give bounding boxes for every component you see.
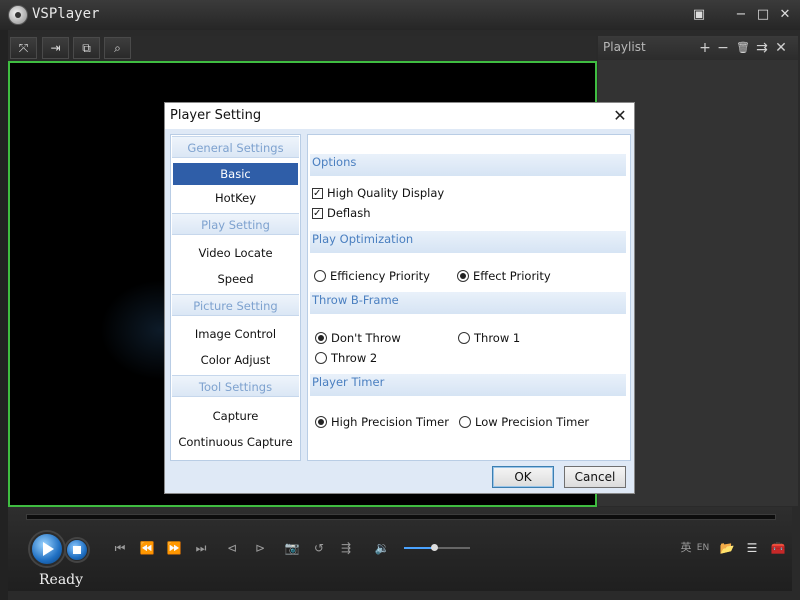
frame-back-icon[interactable]: ⊲ [222,538,242,558]
rewind-icon[interactable]: ⏪ [137,538,157,558]
frame-forward-icon[interactable]: ⊳ [250,538,270,558]
repeat-icon[interactable]: ↺ [309,538,329,558]
pin-icon[interactable]: ⇥ [42,37,69,59]
radio-icon[interactable] [459,416,471,428]
trash-icon[interactable]: 🗑 [734,38,752,58]
sidebar-item-continuous-capture[interactable]: Continuous Capture [172,431,299,453]
maximize-button[interactable]: □ [752,5,774,25]
zoom-icon[interactable]: ⌕ [104,37,131,59]
effect-priority-radio[interactable]: Effect Priority [457,268,551,284]
sidebar-item-speed[interactable]: Speed [172,268,299,290]
window-settings-icon[interactable]: ⧉ [73,37,100,59]
radio-icon[interactable] [315,352,327,364]
volume-knob[interactable] [431,544,438,551]
dialog-close-button[interactable]: ✕ [610,106,630,126]
category-play-setting[interactable]: Play Setting [172,213,299,235]
add-icon[interactable]: + [696,38,714,58]
category-picture-setting[interactable]: Picture Setting [172,294,299,316]
move-icon[interactable]: ⇉ [753,38,771,58]
efficiency-priority-label: Efficiency Priority [330,269,430,283]
low-precision-timer-radio[interactable]: Low Precision Timer [459,414,589,430]
remove-icon[interactable]: − [714,38,732,58]
checkbox-icon[interactable] [312,186,323,202]
throw-1-label: Throw 1 [474,331,521,345]
folder-icon[interactable]: 📂 [717,538,737,558]
toolbox-icon[interactable]: 🧰 [768,538,788,558]
english-icon[interactable]: EN [693,538,713,558]
deflash-label: Deflash [327,206,371,220]
section-player-timer: Player Timer [310,374,626,396]
close-window-button[interactable]: ✕ [774,5,796,25]
cancel-button[interactable]: Cancel [564,466,626,488]
dont-throw-radio[interactable]: Don't Throw [315,330,401,346]
radio-icon[interactable] [458,332,470,344]
app-logo-icon [8,5,28,25]
throw-2-label: Throw 2 [331,351,378,365]
category-tool-settings[interactable]: Tool Settings [172,375,299,397]
stop-button[interactable] [66,539,88,561]
section-play-optimization: Play Optimization [310,231,626,253]
section-options: Options [310,154,626,176]
deflash-checkbox[interactable]: Deflash [312,205,371,222]
efficiency-priority-radio[interactable]: Efficiency Priority [314,268,430,284]
fullscreen-icon[interactable]: ⤧ [10,37,37,59]
playlist-title: Playlist [603,40,646,54]
close-playlist-icon[interactable]: ✕ [772,38,790,58]
sidebar-item-capture[interactable]: Capture [172,405,299,427]
throw-2-radio[interactable]: Throw 2 [315,350,377,366]
menu-icon[interactable]: ▣ [688,5,710,25]
high-precision-timer-radio[interactable]: High Precision Timer [315,414,449,430]
high-precision-label: High Precision Timer [331,415,449,429]
fast-forward-icon[interactable]: ⏩ [164,538,184,558]
high-quality-checkbox[interactable]: High Quality Display [312,185,445,202]
dialog-title: Player Setting [170,108,262,123]
sidebar-item-basic[interactable]: Basic [173,163,298,185]
sidebar-item-image-control[interactable]: Image Control [172,323,299,345]
category-general-settings[interactable]: General Settings [172,136,299,158]
sidebar-item-hotkey[interactable]: HotKey [172,187,299,209]
high-quality-label: High Quality Display [327,186,445,200]
previous-icon[interactable]: ⏮ [110,538,130,558]
ok-button[interactable]: OK [492,466,554,488]
radio-icon[interactable] [315,332,327,344]
minimize-button[interactable]: − [730,5,752,25]
title-bar [0,0,800,30]
volume-icon[interactable]: 🔉 [372,538,392,558]
low-precision-label: Low Precision Timer [475,415,590,429]
list-icon[interactable]: ☰ [742,538,762,558]
play-button[interactable] [30,532,64,566]
radio-icon[interactable] [457,270,469,282]
progress-slider[interactable] [26,514,776,520]
adjust-icon[interactable]: ⇶ [336,538,356,558]
effect-priority-label: Effect Priority [473,269,551,283]
radio-icon[interactable] [314,270,326,282]
checkbox-icon[interactable] [312,206,323,222]
volume-fill [404,547,434,549]
next-icon[interactable]: ⏭ [191,538,211,558]
status-text: Ready [39,572,84,588]
section-throw-bframe: Throw B-Frame [310,292,626,314]
dont-throw-label: Don't Throw [331,331,401,345]
radio-icon[interactable] [315,416,327,428]
sidebar-item-video-locate[interactable]: Video Locate [172,242,299,264]
sidebar-item-color-adjust[interactable]: Color Adjust [172,349,299,371]
throw-1-radio[interactable]: Throw 1 [458,330,520,346]
camera-icon[interactable]: 📷 [282,538,302,558]
app-title: VSPlayer [32,6,100,22]
